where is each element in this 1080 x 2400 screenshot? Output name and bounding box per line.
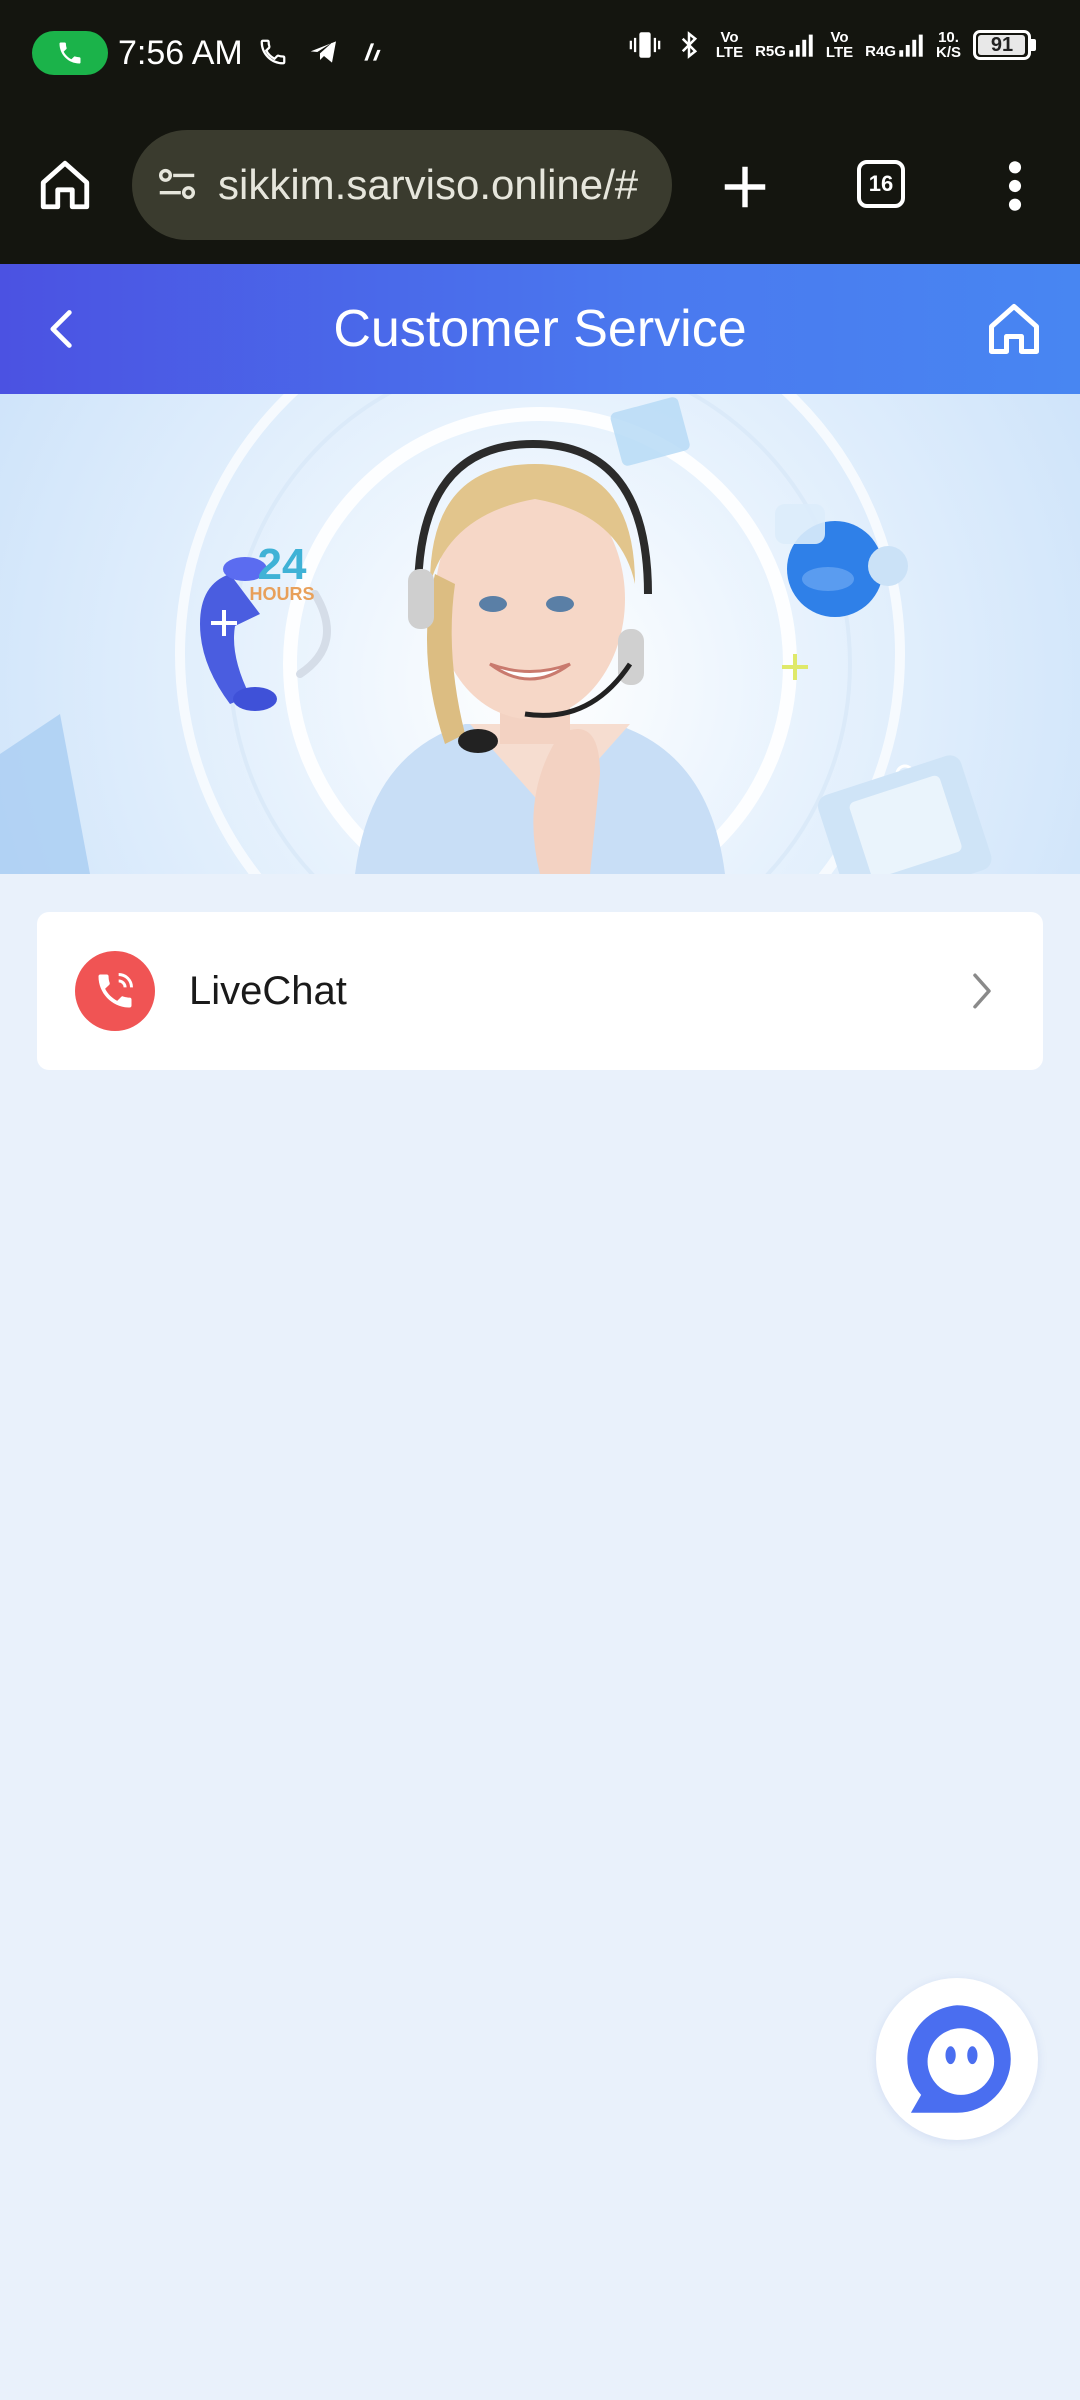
phone-icon (59, 42, 81, 64)
livechat-service-item[interactable]: LiveChat (37, 912, 1043, 1070)
signal-1: R5G (755, 31, 814, 59)
page-title: Customer Service (333, 300, 747, 358)
24-hours-number: 24 (258, 540, 307, 589)
support-agent-illustration (355, 439, 725, 874)
chevron-right-icon (973, 973, 991, 1009)
livechat-icon-circle (75, 951, 155, 1031)
page-header: Customer Service (0, 264, 1080, 394)
phone-icon (98, 973, 133, 1008)
bluetooth-icon (681, 31, 697, 59)
status-time: 7:56 AM (118, 34, 243, 72)
customer-service-banner: 24 HOURS (0, 394, 1080, 874)
network-label-1: Vo LTE (715, 29, 744, 61)
chat-bot-icon (907, 2005, 1011, 2113)
home-icon[interactable] (984, 298, 1044, 360)
new-tab-icon[interactable] (718, 160, 772, 214)
livechat-label: LiveChat (189, 968, 347, 1013)
url-bar[interactable]: sikkim.sarviso.online/# (132, 130, 672, 240)
floating-chat-button[interactable] (876, 1978, 1038, 2140)
status-bar: 7:56 AM Vo LTE R5G Vo LTE R4G 10. K/S 91 (0, 0, 1080, 108)
browser-toolbar: sikkim.sarviso.online/# 16 (0, 108, 1080, 264)
signal-bars-icon (899, 34, 923, 57)
site-settings-icon[interactable] (154, 162, 200, 208)
signal-2: R4G (865, 31, 924, 59)
vibrate-icon (629, 32, 661, 58)
telegram-icon (310, 41, 336, 63)
signal-bars-icon (789, 34, 813, 57)
browser-home-icon[interactable] (36, 154, 94, 216)
network-label-3: Vo LTE (825, 29, 854, 61)
battery-indicator: 91 (973, 30, 1031, 60)
tab-switcher-button[interactable]: 16 (857, 160, 905, 208)
ongoing-call-indicator[interactable] (32, 31, 108, 75)
network-speed: 10. K/S (935, 29, 961, 61)
more-options-icon[interactable] (1000, 158, 1030, 214)
url-text: sikkim.sarviso.online/# (218, 161, 639, 208)
app-notification-icon (364, 43, 381, 61)
24-hours-label: HOURS (249, 584, 314, 604)
banner-illustration: 24 HOURS (0, 394, 992, 874)
call-notification-icon (260, 39, 286, 65)
